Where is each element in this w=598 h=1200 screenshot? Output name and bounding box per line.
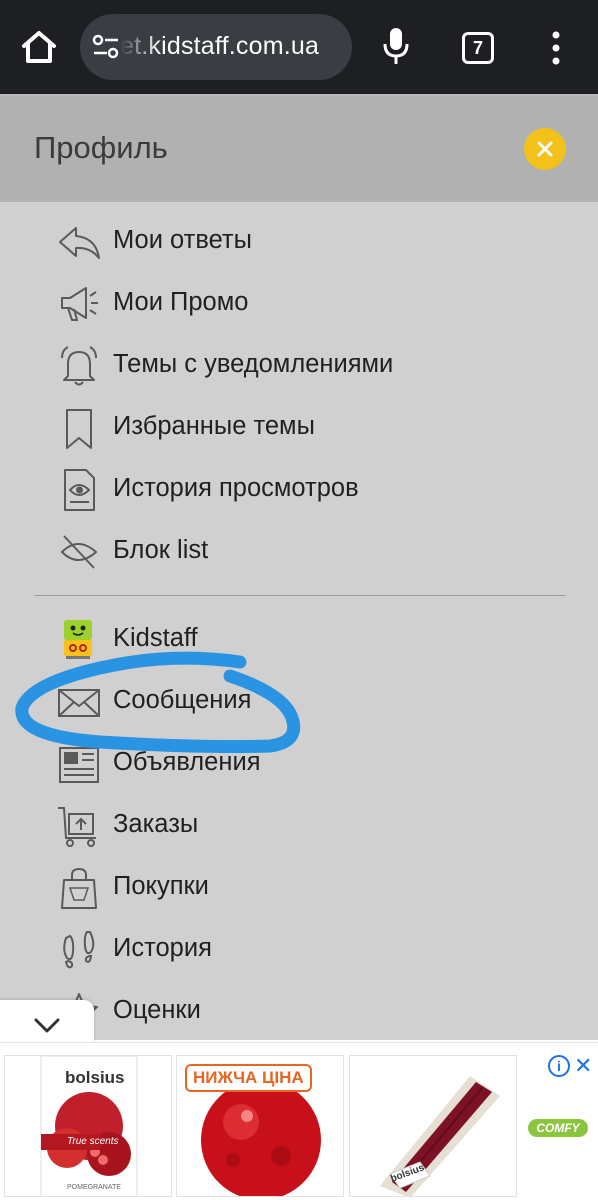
- ad1-brand: bolsius: [65, 1068, 125, 1087]
- panel-header: Профиль: [0, 96, 598, 202]
- footprints-icon: [63, 931, 95, 969]
- hidden-eye-icon: [60, 535, 98, 569]
- ad-info-icon[interactable]: i: [548, 1055, 570, 1077]
- panel-title: Профиль: [34, 130, 168, 165]
- menu-item-label: Kidstaff: [113, 624, 198, 652]
- menu-item-notification-threads[interactable]: Темы с уведомлениями: [56, 338, 576, 394]
- chevron-down-icon: [34, 1018, 60, 1033]
- menu-item-listings[interactable]: Объявления: [56, 736, 576, 792]
- ad-card-candles[interactable]: bolsius True scents POMEGRANATE: [4, 1055, 172, 1197]
- site-settings-icon[interactable]: [92, 34, 120, 60]
- menu-item-label: Покупки: [113, 872, 209, 900]
- ad1-tagline: True scents: [67, 1136, 119, 1147]
- home-icon: [22, 31, 56, 63]
- menu-item-ratings[interactable]: Оценки: [56, 984, 576, 1040]
- menu-item-favorite-threads[interactable]: Избранные темы: [56, 400, 576, 456]
- cart-icon: [58, 807, 96, 847]
- menu-item-label: Темы с уведомлениями: [113, 350, 394, 378]
- ad-banner: bolsius True scents POMEGRANATE НИЖЧА ЦІ…: [0, 1042, 598, 1200]
- menu-item-label: Оценки: [113, 996, 201, 1024]
- bell-icon: [61, 346, 97, 386]
- menu-item-block-list[interactable]: Блок list: [56, 524, 576, 580]
- microphone-icon: [383, 28, 409, 64]
- url-fade: [120, 14, 160, 80]
- envelope-icon: [58, 689, 100, 717]
- menu-item-label: Блок list: [113, 536, 209, 564]
- menu-item-history[interactable]: История: [56, 922, 576, 978]
- low-price-badge: НИЖЧА ЦІНА: [185, 1064, 312, 1092]
- close-button[interactable]: [524, 128, 566, 170]
- menu-item-label: Мои ответы: [113, 226, 252, 254]
- profile-panel: Профиль Мои ответы Мои Промо Темы с увед…: [0, 94, 598, 1040]
- more-vert-icon: [552, 31, 560, 65]
- menu-item-label: Мои Промо: [113, 288, 249, 316]
- menu-divider: [34, 595, 566, 596]
- browser-menu-button[interactable]: [546, 30, 566, 66]
- eye-document-icon: [64, 469, 95, 511]
- menu-item-orders[interactable]: Заказы: [56, 798, 576, 854]
- menu-item-label: Избранные темы: [113, 412, 315, 440]
- menu-item-messages[interactable]: Сообщения: [56, 674, 576, 730]
- reply-icon: [59, 227, 100, 259]
- advertiser-logo[interactable]: COMFY: [528, 1119, 588, 1137]
- shopping-bag-icon: [61, 867, 97, 909]
- menu-item-label: История: [113, 934, 212, 962]
- menu-item-my-promo[interactable]: Мои Промо: [56, 276, 576, 332]
- ad1-caption: POMEGRANATE: [67, 1184, 121, 1191]
- ad-close-icon[interactable]: ✕: [574, 1053, 592, 1079]
- browser-toolbar: et.kidstaff.com.ua 7: [0, 0, 598, 94]
- ad-card-dinner-candles[interactable]: bolsius: [349, 1055, 517, 1197]
- menu-item-label: Заказы: [113, 810, 199, 838]
- home-button[interactable]: [18, 26, 60, 68]
- menu-item-label: История просмотров: [113, 474, 359, 502]
- dinner-candles-image: [380, 1076, 500, 1196]
- menu-item-kidstaff[interactable]: Kidstaff: [56, 612, 576, 668]
- menu-item-label: Сообщения: [113, 686, 252, 714]
- menu-item-view-history[interactable]: История просмотров: [56, 462, 576, 518]
- megaphone-icon: [61, 287, 98, 321]
- menu-item-my-replies[interactable]: Мои ответы: [56, 214, 576, 270]
- menu-item-label: Объявления: [113, 748, 261, 776]
- close-icon: [537, 141, 553, 157]
- bookmark-icon: [66, 409, 92, 449]
- newspaper-icon: [59, 747, 99, 783]
- tab-switcher-button[interactable]: 7: [462, 32, 494, 64]
- voice-search-button[interactable]: [380, 26, 412, 66]
- ad-card-ornament[interactable]: НИЖЧА ЦІНА: [176, 1055, 344, 1197]
- address-bar[interactable]: et.kidstaff.com.ua: [80, 14, 352, 80]
- menu-item-purchases[interactable]: Покупки: [56, 860, 576, 916]
- kidstaff-logo-icon: [64, 620, 92, 659]
